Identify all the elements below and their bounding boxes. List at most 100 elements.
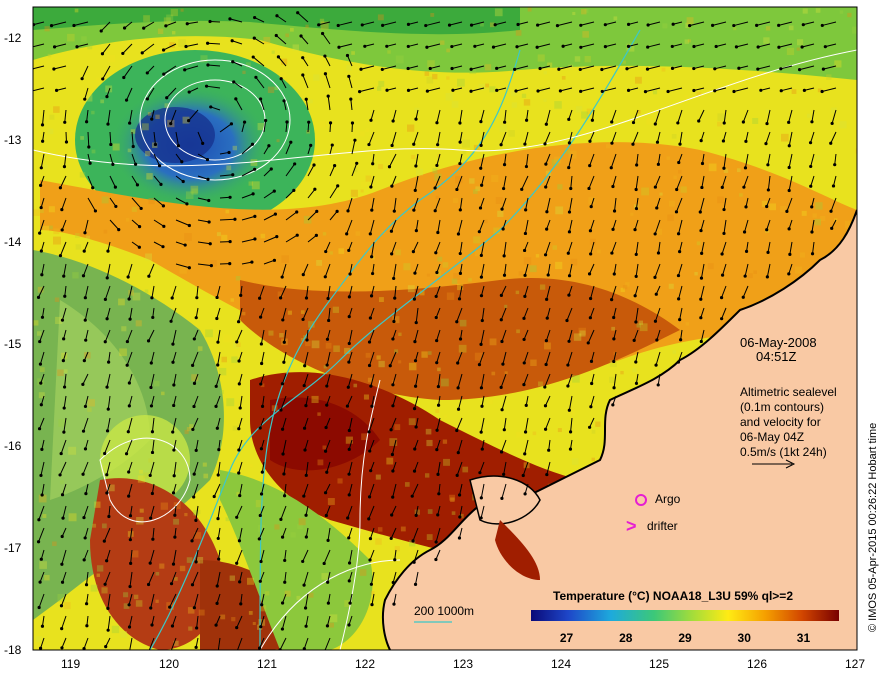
map-svg: -12 -13 -14 -15 -16 -17 -18 119 120 121 … <box>0 0 880 680</box>
velocity-arrow-head <box>275 235 278 238</box>
velocity-arrow-head <box>72 24 75 27</box>
velocity-arrow-head <box>305 296 308 299</box>
velocity-arrow-head <box>150 118 153 121</box>
velocity-arrow-head <box>679 338 682 341</box>
velocity-arrow-head <box>82 274 85 277</box>
velocity-arrow-head <box>195 646 198 649</box>
velocity-arrow-head <box>305 98 308 101</box>
velocity-arrow-head <box>38 606 41 609</box>
velocity-arrow-head <box>370 294 373 297</box>
velocity-arrow-head <box>324 275 327 278</box>
velocity-arrow-head <box>675 210 678 213</box>
velocity-arrow-head <box>780 89 783 92</box>
velocity-arrow-head <box>766 163 769 166</box>
velocity-arrow-head <box>62 275 65 278</box>
velocity-arrow-head <box>829 210 832 213</box>
velocity-arrow-head <box>361 23 364 26</box>
velocity-arrow-head <box>304 404 307 407</box>
velocity-arrow-head <box>128 318 131 321</box>
velocity-arrow-head <box>369 316 372 319</box>
velocity-arrow-head <box>61 535 64 538</box>
velocity-arrow-head <box>600 68 603 71</box>
velocity-arrow-head <box>824 45 827 48</box>
velocity-arrow-head <box>385 89 388 92</box>
velocity-arrow-head <box>407 67 410 70</box>
velocity-arrow-head <box>138 225 141 228</box>
velocity-arrow-head <box>478 471 481 474</box>
velocity-arrow-head <box>270 167 273 170</box>
velocity-arrow-head <box>184 45 187 48</box>
velocity-arrow-head <box>579 68 582 71</box>
velocity-arrow-head <box>832 184 835 187</box>
velocity-arrow-head <box>327 95 330 98</box>
velocity-arrow-head <box>502 187 505 190</box>
velocity-arrow-head <box>129 514 132 517</box>
velocity-arrow-head <box>612 386 615 389</box>
velocity-arrow-head <box>94 209 97 212</box>
velocity-arrow-head <box>147 583 150 586</box>
velocity-arrow-head <box>766 275 769 278</box>
velocity-arrow-head <box>759 89 762 92</box>
velocity-arrow-head <box>368 364 371 367</box>
velocity-arrow-head <box>207 199 210 202</box>
velocity-arrow-head <box>678 250 681 253</box>
velocity-arrow-head <box>503 121 506 124</box>
velocity-arrow-head <box>470 24 473 27</box>
velocity-arrow-head <box>201 142 204 145</box>
velocity-arrow-head <box>348 272 351 275</box>
velocity-arrow-head <box>370 405 373 408</box>
velocity-arrow-head <box>122 76 125 79</box>
velocity-arrow-head <box>568 230 571 233</box>
velocity-arrow-head <box>172 448 175 451</box>
velocity-arrow-head <box>481 447 484 450</box>
velocity-arrow-head <box>195 316 198 319</box>
velocity-arrow-head <box>149 386 152 389</box>
velocity-arrow-head <box>625 67 628 70</box>
velocity-arrow-head <box>195 560 198 563</box>
lon-label: 127 <box>845 657 865 671</box>
velocity-arrow-head <box>412 250 415 253</box>
velocity-arrow-head <box>235 626 238 629</box>
velocity-arrow-head <box>147 275 150 278</box>
velocity-arrow-head <box>610 298 613 301</box>
velocity-arrow-head <box>393 296 396 299</box>
velocity-arrow-head <box>568 210 571 213</box>
velocity-arrow-head <box>337 24 340 27</box>
velocity-arrow-head <box>346 516 349 519</box>
velocity-arrow-head <box>358 90 361 93</box>
velocity-arrow-head <box>285 120 288 123</box>
velocity-arrow-head <box>500 450 503 453</box>
velocity-arrow-head <box>147 339 150 342</box>
velocity-arrow-head <box>128 121 131 124</box>
velocity-arrow-head <box>635 163 638 166</box>
velocity-arrow-head <box>765 228 768 231</box>
velocity-arrow-head <box>63 406 66 409</box>
velocity-arrow-head <box>676 121 679 124</box>
velocity-arrow-head <box>173 514 176 517</box>
velocity-arrow-head <box>142 26 145 29</box>
velocity-arrow-head <box>253 237 256 240</box>
velocity-arrow-head <box>545 228 548 231</box>
velocity-arrow-head <box>821 24 824 27</box>
velocity-arrow-head <box>101 77 104 80</box>
velocity-arrow-head <box>677 297 680 300</box>
velocity-arrow-head <box>317 23 320 26</box>
velocity-arrow-head <box>655 293 658 296</box>
velocity-arrow-head <box>503 163 506 166</box>
velocity-arrow-head <box>114 185 117 188</box>
velocity-arrow-head <box>757 45 760 48</box>
velocity-arrow-head <box>60 563 63 566</box>
velocity-arrow-head <box>104 645 107 648</box>
velocity-arrow-head <box>370 255 373 258</box>
velocity-arrow-head <box>259 97 262 100</box>
velocity-arrow-head <box>81 473 84 476</box>
velocity-arrow-head <box>722 208 725 211</box>
velocity-arrow-head <box>162 225 165 228</box>
velocity-arrow-head <box>677 360 680 363</box>
velocity-arrow-head <box>326 363 329 366</box>
velocity-arrow-head <box>258 537 261 540</box>
velocity-arrow-head <box>259 625 262 628</box>
velocity-arrow-head <box>134 163 137 166</box>
velocity-arrow-head <box>569 430 572 433</box>
velocity-arrow-head <box>722 232 725 235</box>
